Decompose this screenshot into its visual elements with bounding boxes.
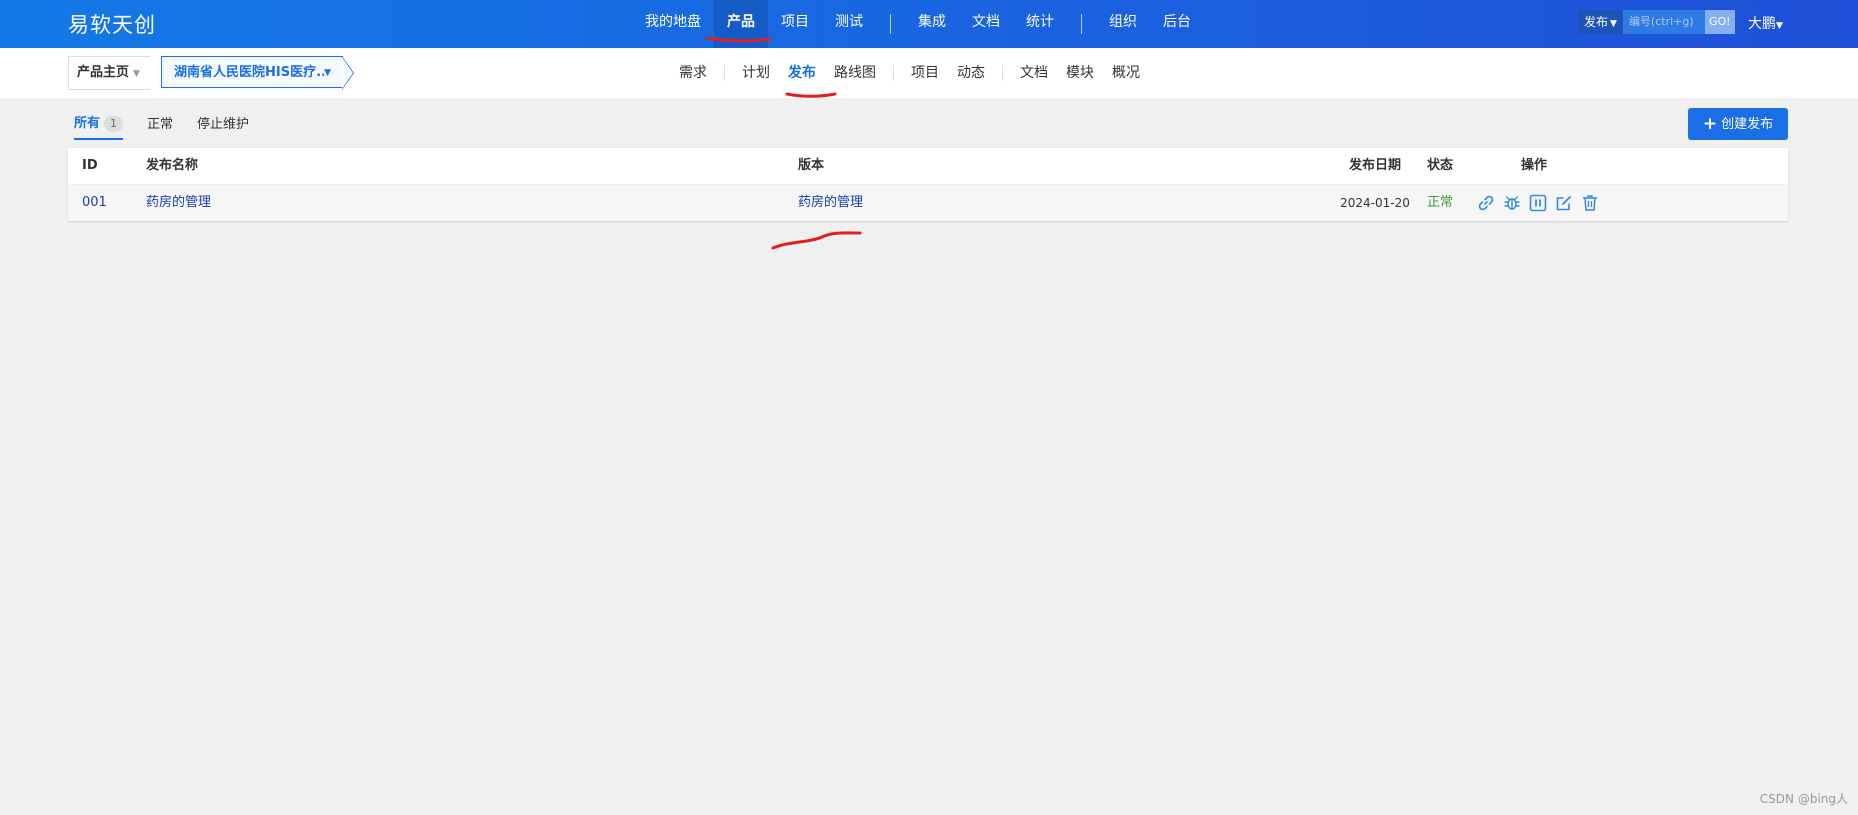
breadcrumb-product-select[interactable]: 湖南省人民医院HIS医疗... ▼	[161, 56, 343, 88]
edit-icon[interactable]	[1554, 193, 1574, 213]
release-table: ID 发布名称 版本 发布日期 状态 操作 001 药房的管理 药房的管理 20…	[68, 148, 1788, 221]
row-id: 001	[82, 195, 107, 210]
bug-icon[interactable]	[1502, 193, 1522, 213]
chevron-down-icon: ▼	[324, 68, 331, 78]
nav-project[interactable]: 项目	[768, 0, 822, 48]
filter-tab-stopped[interactable]: 停止维护	[197, 115, 249, 139]
nav-integration[interactable]: 集成	[905, 0, 959, 48]
watermark: CSDN @bing人	[1759, 792, 1848, 806]
create-release-button[interactable]: + 创建发布	[1688, 108, 1788, 140]
row-date: 2024-01-20	[1340, 196, 1410, 210]
subnav-project[interactable]: 项目	[902, 48, 948, 98]
nav-doc[interactable]: 文档	[959, 0, 1013, 48]
filter-all-label: 所有	[74, 116, 101, 131]
nav-my-dashboard[interactable]: 我的地盘	[632, 0, 714, 48]
table-header: ID 发布名称 版本 发布日期 状态 操作	[68, 148, 1788, 185]
annotation-scribble-version	[771, 231, 862, 250]
global-search: 发布 ▼ 编号(ctrl+g) GO!	[1578, 10, 1735, 34]
link-icon[interactable]	[1476, 193, 1496, 213]
subnav-doc[interactable]: 文档	[1011, 48, 1057, 98]
nav-stats[interactable]: 统计	[1013, 0, 1067, 48]
subnav-story[interactable]: 需求	[670, 48, 716, 98]
nav-org[interactable]: 组织	[1096, 0, 1150, 48]
chevron-down-icon: ▼	[1776, 21, 1783, 31]
subnav-divider	[724, 65, 725, 81]
filter-tab-normal[interactable]: 正常	[147, 115, 173, 139]
row-version-link[interactable]: 药房的管理	[798, 185, 863, 221]
nav-divider	[1081, 14, 1082, 34]
header-actions: 操作	[1520, 158, 1547, 173]
subnav-divider	[1002, 65, 1003, 81]
header-id[interactable]: ID	[82, 148, 98, 184]
plus-icon: +	[1702, 114, 1718, 134]
header-date[interactable]: 发布日期	[1335, 148, 1415, 184]
top-navbar: 易软天创 我的地盘 产品 项目 测试 集成 文档 统计 组织 后台 发布 ▼ 编号…	[0, 0, 1858, 48]
breadcrumb-product-label: 湖南省人民医院HIS医疗...	[174, 65, 324, 80]
nav-divider	[890, 14, 891, 34]
subnav-plan[interactable]: 计划	[733, 48, 779, 98]
brand-logo[interactable]: 易软天创	[68, 9, 156, 39]
table-row: 001 药房的管理 药房的管理 2024-01-20 正常	[68, 185, 1788, 221]
search-go-button[interactable]: GO!	[1704, 10, 1735, 34]
subnav-release[interactable]: 发布	[779, 48, 825, 98]
row-status: 正常	[1427, 195, 1454, 210]
filter-tab-all[interactable]: 所有 1	[74, 114, 124, 140]
header-name[interactable]: 发布名称	[146, 148, 198, 184]
chevron-down-icon: ▼	[133, 69, 140, 79]
nav-admin[interactable]: 后台	[1150, 0, 1204, 48]
pause-icon[interactable]	[1528, 193, 1548, 213]
user-menu[interactable]: 大鹏▼	[1748, 13, 1783, 33]
search-type-select[interactable]: 发布 ▼	[1578, 10, 1623, 34]
row-release-name-link[interactable]: 药房的管理	[146, 185, 211, 221]
search-type-label: 发布	[1584, 15, 1609, 29]
status-filter-tabs: 所有 1 正常 停止维护	[74, 114, 273, 140]
subnav-module[interactable]: 模块	[1057, 48, 1103, 98]
product-sub-nav: 需求 计划 发布 路线图 项目 动态 文档 模块 概况	[670, 48, 1149, 98]
breadcrumb-arrow-fill	[342, 57, 353, 89]
row-actions	[1476, 193, 1606, 213]
delete-icon[interactable]	[1580, 193, 1600, 213]
nav-test[interactable]: 测试	[822, 0, 876, 48]
subnav-dynamic[interactable]: 动态	[948, 48, 994, 98]
main-nav: 我的地盘 产品 项目 测试 集成 文档 统计 组织 后台	[632, 0, 1204, 48]
breadcrumb-home-label: 产品主页	[77, 65, 130, 80]
subnav-divider	[893, 65, 894, 81]
header-version[interactable]: 版本	[798, 148, 824, 184]
nav-product[interactable]: 产品	[714, 0, 768, 48]
breadcrumb-product-home[interactable]: 产品主页 ▼	[68, 56, 150, 90]
search-input[interactable]: 编号(ctrl+g)	[1622, 10, 1705, 34]
filter-all-count-badge: 1	[104, 116, 124, 132]
header-status[interactable]: 状态	[1427, 148, 1453, 184]
user-name: 大鹏	[1748, 16, 1776, 32]
chevron-down-icon: ▼	[1610, 19, 1617, 29]
subnav-roadmap[interactable]: 路线图	[825, 48, 885, 98]
subnav-overview[interactable]: 概况	[1103, 48, 1149, 98]
create-release-label: 创建发布	[1721, 117, 1774, 132]
product-subbar: 产品主页 ▼ 湖南省人民医院HIS医疗... ▼ 需求 计划 发布 路线图 项目 …	[0, 48, 1858, 98]
